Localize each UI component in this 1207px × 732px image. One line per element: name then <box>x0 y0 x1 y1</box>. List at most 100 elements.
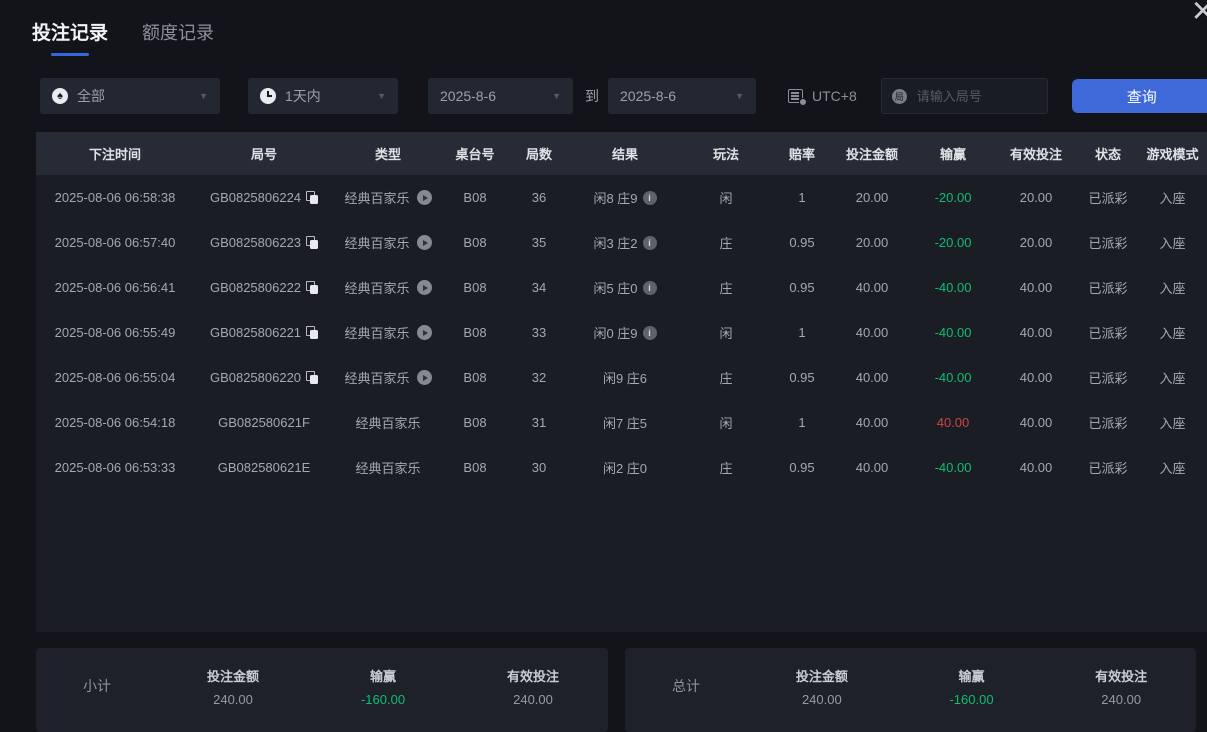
cell-status: 已派彩 <box>1078 188 1138 207</box>
cell-table-no: B08 <box>442 460 508 475</box>
cell-valid-bet: 40.00 <box>994 325 1078 340</box>
cell-odds: 1 <box>772 415 832 430</box>
replay-icon[interactable] <box>417 235 432 250</box>
query-button[interactable]: 查询 <box>1072 79 1207 113</box>
timezone-indicator[interactable]: UTC+8 <box>788 88 857 104</box>
cell-round-no: 35 <box>508 235 570 250</box>
cell-bet-amount: 40.00 <box>832 280 912 295</box>
copy-icon[interactable] <box>306 191 318 204</box>
total-bet-amount: 投注金额 240.00 <box>747 666 897 707</box>
column-header: 玩法 <box>680 144 772 163</box>
table-row: 2025-08-06 06:53:33GB082580621E经典百家乐B083… <box>36 445 1207 490</box>
cell-status: 已派彩 <box>1078 368 1138 387</box>
cell-winloss: -40.00 <box>912 325 994 340</box>
table-row: 2025-08-06 06:56:41GB0825806222经典百家乐B083… <box>36 265 1207 310</box>
cell-table-no: B08 <box>442 235 508 250</box>
replay-icon[interactable] <box>417 370 432 385</box>
column-header: 桌台号 <box>442 144 508 163</box>
table-row: 2025-08-06 06:57:40GB0825806223经典百家乐B083… <box>36 220 1207 265</box>
cell-play-type: 闲 <box>680 188 772 207</box>
total-label: 总计 <box>625 676 747 696</box>
cell-odds: 0.95 <box>772 370 832 385</box>
table-row: 2025-08-06 06:55:04GB0825806220经典百家乐B083… <box>36 355 1207 400</box>
cell-status: 已派彩 <box>1078 323 1138 342</box>
copy-icon[interactable] <box>306 326 318 339</box>
cell-table-no: B08 <box>442 190 508 205</box>
cell-result: 闲8 庄9i <box>570 188 680 207</box>
cell-status: 已派彩 <box>1078 413 1138 432</box>
game-type-value: 全部 <box>77 86 105 106</box>
game-type-dropdown[interactable]: ♠ 全部 ▼ <box>40 78 220 114</box>
cell-bet-amount: 40.00 <box>832 370 912 385</box>
replay-icon[interactable] <box>417 280 432 295</box>
cell-game-type: 经典百家乐 <box>334 278 442 297</box>
round-number-icon: 局 <box>892 89 907 104</box>
tab-bet-records[interactable]: 投注记录 <box>32 18 108 45</box>
cell-bet-amount: 40.00 <box>832 460 912 475</box>
column-header: 局号 <box>194 144 334 163</box>
cell-game-type: 经典百家乐 <box>334 413 442 432</box>
cell-round-id: GB082580621F <box>194 415 334 430</box>
cell-game-mode: 入座 <box>1138 188 1207 207</box>
cell-winloss: -40.00 <box>912 280 994 295</box>
cell-odds: 1 <box>772 325 832 340</box>
info-icon[interactable]: i <box>643 281 657 295</box>
column-header: 有效投注 <box>994 144 1078 163</box>
cell-odds: 0.95 <box>772 280 832 295</box>
bet-records-table: 下注时间局号类型桌台号局数结果玩法赔率投注金额输赢有效投注状态游戏模式 2025… <box>36 132 1207 632</box>
table-body: 2025-08-06 06:58:38GB0825806224经典百家乐B083… <box>36 175 1207 490</box>
cell-status: 已派彩 <box>1078 233 1138 252</box>
to-label: 到 <box>585 86 600 106</box>
cell-table-no: B08 <box>442 370 508 385</box>
cell-winloss: 40.00 <box>912 415 994 430</box>
cell-odds: 1 <box>772 190 832 205</box>
cell-bet-time: 2025-08-06 06:53:33 <box>36 460 194 475</box>
subtotal-bet-amount: 投注金额 240.00 <box>158 666 308 707</box>
cell-round-no: 32 <box>508 370 570 385</box>
cell-valid-bet: 40.00 <box>994 415 1078 430</box>
cell-game-mode: 入座 <box>1138 368 1207 387</box>
date-to-dropdown[interactable]: 2025-8-6 ▼ <box>608 78 756 114</box>
date-from-value: 2025-8-6 <box>440 88 496 104</box>
calendar-clock-icon <box>788 89 805 104</box>
column-header: 类型 <box>334 144 442 163</box>
date-from-dropdown[interactable]: 2025-8-6 ▼ <box>428 78 573 114</box>
cell-status: 已派彩 <box>1078 458 1138 477</box>
tab-quota-records[interactable]: 额度记录 <box>142 19 214 45</box>
cell-round-id: GB082580621E <box>194 460 334 475</box>
time-range-dropdown[interactable]: 1天内 ▼ <box>248 78 398 114</box>
cell-valid-bet: 40.00 <box>994 280 1078 295</box>
cell-game-mode: 入座 <box>1138 323 1207 342</box>
date-to-value: 2025-8-6 <box>620 88 676 104</box>
cell-bet-time: 2025-08-06 06:56:41 <box>36 280 194 295</box>
info-icon[interactable]: i <box>643 191 657 205</box>
tab-bar: 投注记录 额度记录 <box>32 18 214 45</box>
copy-icon[interactable] <box>306 281 318 294</box>
close-icon[interactable]: × <box>1192 0 1207 30</box>
table-header-row: 下注时间局号类型桌台号局数结果玩法赔率投注金额输赢有效投注状态游戏模式 <box>36 132 1207 175</box>
round-number-input[interactable] <box>915 88 1037 105</box>
copy-icon[interactable] <box>306 236 318 249</box>
cell-play-type: 闲 <box>680 323 772 342</box>
table-row: 2025-08-06 06:58:38GB0825806224经典百家乐B083… <box>36 175 1207 220</box>
cell-winloss: -20.00 <box>912 235 994 250</box>
column-header: 赔率 <box>772 144 832 163</box>
copy-icon[interactable] <box>306 371 318 384</box>
cell-winloss: -40.00 <box>912 460 994 475</box>
replay-icon[interactable] <box>417 190 432 205</box>
subtotal-panel: 小计 投注金额 240.00 输赢 -160.00 有效投注 240.00 <box>36 648 608 732</box>
cell-play-type: 庄 <box>680 233 772 252</box>
info-icon[interactable]: i <box>643 326 657 340</box>
clock-icon <box>260 88 276 104</box>
cell-game-mode: 入座 <box>1138 458 1207 477</box>
replay-icon[interactable] <box>417 325 432 340</box>
column-header: 结果 <box>570 144 680 163</box>
cell-round-id: GB0825806223 <box>194 235 334 250</box>
column-header: 下注时间 <box>36 144 194 163</box>
cell-round-no: 30 <box>508 460 570 475</box>
chevron-down-icon: ▼ <box>191 91 208 101</box>
cell-bet-time: 2025-08-06 06:55:04 <box>36 370 194 385</box>
info-icon[interactable]: i <box>643 236 657 250</box>
column-header: 游戏模式 <box>1138 144 1207 163</box>
subtotal-label: 小计 <box>36 676 158 696</box>
